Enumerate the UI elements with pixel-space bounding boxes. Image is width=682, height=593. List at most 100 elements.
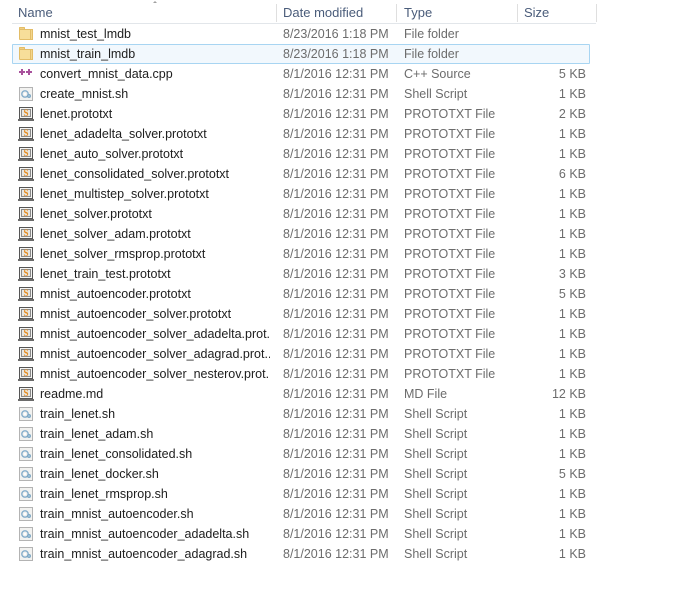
table-row[interactable]: mnist_test_lmdb 8/23/2016 1:18 PM File fol… xyxy=(0,24,682,44)
file-name-label: train_lenet_adam.sh xyxy=(40,427,154,441)
cell-date-modified: 8/1/2016 12:31 PM xyxy=(283,387,389,401)
table-row[interactable]: Slenet_adadelta_solver.prototxt 8/1/2016 … xyxy=(0,124,682,144)
cell-name[interactable]: train_mnist_autoencoder_adadelta.sh xyxy=(18,524,270,544)
cell-name[interactable]: Slenet_auto_solver.prototxt xyxy=(18,144,270,164)
table-row[interactable]: Smnist_autoencoder.prototxt 8/1/2016 12:3… xyxy=(0,284,682,304)
table-row[interactable]: Sreadme.md 8/1/2016 12:31 PM MD File 12 KB xyxy=(0,384,682,404)
prototxt-file-icon: S xyxy=(18,226,34,242)
cell-name[interactable]: Smnist_autoencoder_solver_adagrad.prot..… xyxy=(18,344,270,364)
column-divider-name[interactable] xyxy=(276,4,277,22)
cell-name[interactable]: Slenet_solver.prototxt xyxy=(18,204,270,224)
cell-type: File folder xyxy=(404,47,459,61)
cell-name[interactable]: Smnist_autoencoder_solver_nesterov.prot.… xyxy=(18,364,270,384)
table-row[interactable]: train_mnist_autoencoder_adadelta.sh 8/1/2… xyxy=(0,524,682,544)
column-header-date-modified-label: Date modified xyxy=(283,5,364,20)
cell-name[interactable]: Slenet_adadelta_solver.prototxt xyxy=(18,124,270,144)
table-row[interactable]: Slenet_consolidated_solver.prototxt 8/1/2… xyxy=(0,164,682,184)
cell-name[interactable]: Slenet.prototxt xyxy=(18,104,270,124)
cell-date-modified: 8/1/2016 12:31 PM xyxy=(283,247,389,261)
cell-name[interactable]: train_lenet_docker.sh xyxy=(18,464,270,484)
cell-name[interactable]: Smnist_autoencoder_solver_adadelta.prot.… xyxy=(18,324,270,344)
table-row[interactable]: Slenet.prototxt 8/1/2016 12:31 PM PROTOTXT… xyxy=(0,104,682,124)
cell-name[interactable]: train_lenet_rmsprop.sh xyxy=(18,484,270,504)
column-header-type[interactable]: Type xyxy=(404,3,512,23)
cell-date-modified: 8/1/2016 12:31 PM xyxy=(283,427,389,441)
cell-name[interactable]: Smnist_autoencoder_solver.prototxt xyxy=(18,304,270,324)
column-header-size-label: Size xyxy=(524,5,550,20)
table-row[interactable]: Smnist_autoencoder_solver_nesterov.prot.… xyxy=(0,364,682,384)
cell-name[interactable]: Slenet_solver_rmsprop.prototxt xyxy=(18,244,270,264)
table-row[interactable]: Slenet_solver.prototxt 8/1/2016 12:31 PM P… xyxy=(0,204,682,224)
file-name-label: lenet_solver.prototxt xyxy=(40,207,152,221)
table-row[interactable]: Slenet_auto_solver.prototxt 8/1/2016 12:3… xyxy=(0,144,682,164)
table-row[interactable]: Slenet_solver_rmsprop.prototxt 8/1/2016 1… xyxy=(0,244,682,264)
cell-size: 5 KB xyxy=(558,467,586,481)
file-name-label: train_mnist_autoencoder_adadelta.sh xyxy=(40,527,250,541)
cell-name[interactable]: Smnist_autoencoder.prototxt xyxy=(18,284,270,304)
cell-name[interactable]: Sreadme.md xyxy=(18,384,270,404)
cell-name[interactable]: mnist_train_lmdb xyxy=(18,44,270,64)
table-row[interactable]: Slenet_multistep_solver.prototxt 8/1/2016… xyxy=(0,184,682,204)
cell-size: 1 KB xyxy=(558,307,586,321)
file-name-label: mnist_autoencoder_solver_adagrad.prot... xyxy=(40,347,270,361)
prototxt-file-icon: S xyxy=(18,266,34,282)
file-list[interactable]: mnist_test_lmdb 8/23/2016 1:18 PM File fol… xyxy=(0,24,682,593)
cell-name[interactable]: mnist_test_lmdb xyxy=(18,24,270,44)
cell-name[interactable]: train_mnist_autoencoder_adagrad.sh xyxy=(18,544,270,564)
file-name-label: mnist_autoencoder_solver.prototxt xyxy=(40,307,232,321)
table-row[interactable]: train_lenet_consolidated.sh 8/1/2016 12:3… xyxy=(0,444,682,464)
cell-name[interactable]: train_lenet.sh xyxy=(18,404,270,424)
table-row[interactable]: Slenet_train_test.prototxt 8/1/2016 12:31… xyxy=(0,264,682,284)
table-row[interactable]: mnist_train_lmdb 8/23/2016 1:18 PM File fo… xyxy=(0,44,682,64)
table-row[interactable]: train_lenet_adam.sh 8/1/2016 12:31 PM Shel… xyxy=(0,424,682,444)
file-name-label: train_mnist_autoencoder_adagrad.sh xyxy=(40,547,248,561)
cell-name[interactable]: Slenet_multistep_solver.prototxt xyxy=(18,184,270,204)
cell-date-modified: 8/1/2016 12:31 PM xyxy=(283,367,389,381)
folder-icon xyxy=(18,26,34,42)
file-name-label: mnist_autoencoder.prototxt xyxy=(40,287,191,301)
cell-name[interactable]: Slenet_solver_adam.prototxt xyxy=(18,224,270,244)
table-row[interactable]: Smnist_autoencoder_solver_adadelta.prot.… xyxy=(0,324,682,344)
table-row[interactable]: train_mnist_autoencoder.sh 8/1/2016 12:31… xyxy=(0,504,682,524)
cell-name[interactable]: train_lenet_consolidated.sh xyxy=(18,444,270,464)
cell-name[interactable]: Slenet_consolidated_solver.prototxt xyxy=(18,164,270,184)
cell-size: 1 KB xyxy=(558,547,586,561)
column-header-date-modified[interactable]: Date modified xyxy=(283,3,393,23)
table-row[interactable]: Slenet_solver_adam.prototxt 8/1/2016 12:3… xyxy=(0,224,682,244)
cell-date-modified: 8/1/2016 12:31 PM xyxy=(283,187,389,201)
cell-date-modified: 8/1/2016 12:31 PM xyxy=(283,347,389,361)
column-header-type-label: Type xyxy=(404,5,433,20)
column-divider-date[interactable] xyxy=(396,4,397,22)
prototxt-file-icon: S xyxy=(18,366,34,382)
cell-type: PROTOTXT File xyxy=(404,167,496,181)
table-row[interactable]: Smnist_autoencoder_solver_adagrad.prot..… xyxy=(0,344,682,364)
table-row[interactable]: train_lenet.sh 8/1/2016 12:31 PM Shell Scr… xyxy=(0,404,682,424)
cell-name[interactable]: train_mnist_autoencoder.sh xyxy=(18,504,270,524)
table-row[interactable]: train_lenet_rmsprop.sh 8/1/2016 12:31 PM S… xyxy=(0,484,682,504)
cell-size: 5 KB xyxy=(558,67,586,81)
table-row[interactable]: create_mnist.sh 8/1/2016 12:31 PM Shell Sc… xyxy=(0,84,682,104)
column-header-name[interactable]: Name xyxy=(18,3,268,23)
cell-size xyxy=(500,44,586,64)
cell-size: 1 KB xyxy=(558,207,586,221)
cell-size: 5 KB xyxy=(558,287,586,301)
cpp-source-icon xyxy=(18,66,34,82)
table-row[interactable]: train_lenet_docker.sh 8/1/2016 12:31 PM Sh… xyxy=(0,464,682,484)
cell-type: Shell Script xyxy=(404,527,468,541)
cell-name[interactable]: train_lenet_adam.sh xyxy=(18,424,270,444)
cell-type: PROTOTXT File xyxy=(404,367,496,381)
prototxt-file-icon: S xyxy=(18,246,34,262)
table-row[interactable]: train_mnist_autoencoder_adagrad.sh 8/1/20… xyxy=(0,544,682,564)
cell-name[interactable]: convert_mnist_data.cpp xyxy=(18,64,270,84)
cell-name[interactable]: Slenet_train_test.prototxt xyxy=(18,264,270,284)
table-row[interactable]: Smnist_autoencoder_solver.prototxt 8/1/20… xyxy=(0,304,682,324)
column-divider-type[interactable] xyxy=(517,4,518,22)
file-name-label: lenet_adadelta_solver.prototxt xyxy=(40,127,207,141)
cell-name[interactable]: create_mnist.sh xyxy=(18,84,270,104)
cell-date-modified: 8/1/2016 12:31 PM xyxy=(283,407,389,421)
column-header-size[interactable]: Size xyxy=(524,3,590,23)
shell-script-icon xyxy=(18,446,34,462)
prototxt-file-icon: S xyxy=(18,106,34,122)
table-row[interactable]: convert_mnist_data.cpp 8/1/2016 12:31 PM C… xyxy=(0,64,682,84)
column-divider-size[interactable] xyxy=(596,4,597,22)
